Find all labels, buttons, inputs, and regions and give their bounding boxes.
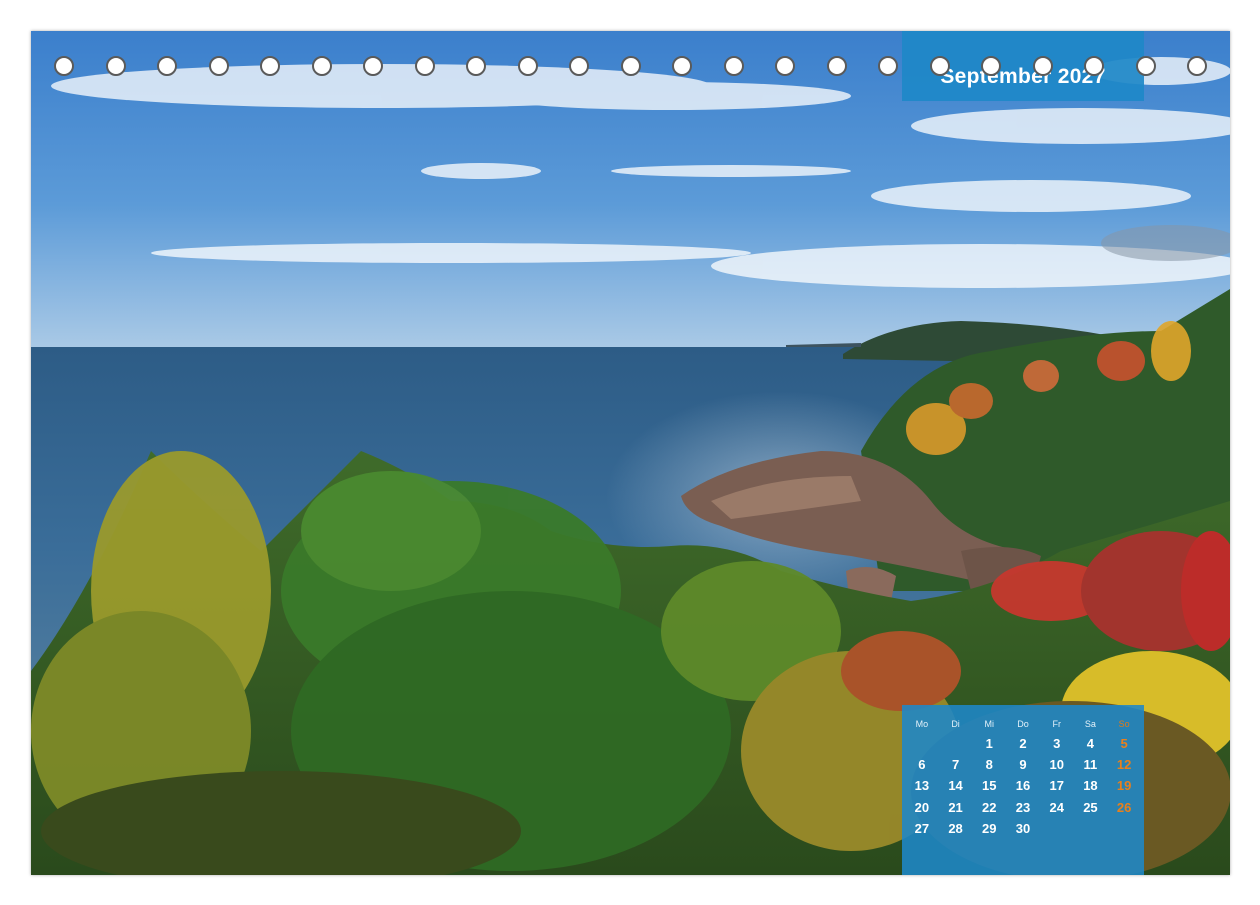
day-cell-sunday: [1107, 818, 1141, 839]
day-cell: 23: [1015, 799, 1031, 815]
weekday-label: Mo: [915, 719, 929, 729]
day-cell: 27: [914, 820, 930, 836]
weekday-label-sunday: So: [1118, 719, 1130, 729]
day-cell: 7: [951, 757, 960, 773]
day-cell: 10: [1049, 757, 1064, 773]
day-cell-sunday: 19: [1116, 778, 1132, 794]
weekday-label: Mi: [984, 719, 995, 729]
day-cell: 30: [1015, 820, 1031, 836]
day-cell: 24: [1049, 799, 1064, 815]
day-cell: 11: [1083, 757, 1098, 773]
day-cell: 17: [1049, 778, 1064, 794]
day-cell-sunday: 12: [1116, 757, 1132, 773]
weekday-label: Do: [1017, 719, 1029, 729]
weekday-label: Sa: [1084, 719, 1096, 729]
day-cell: 15: [982, 778, 997, 794]
weekday-label: Fr: [1052, 719, 1061, 729]
day-cell: 16: [1015, 778, 1031, 794]
day-cell: 22: [982, 799, 997, 815]
day-cell-sunday: 5: [1120, 736, 1128, 751]
day-cell-sunday: 26: [1116, 799, 1132, 815]
day-cell: 6: [918, 757, 926, 773]
day-cell: 25: [1083, 799, 1098, 815]
day-cell: 1: [985, 736, 993, 751]
day-cell: [1074, 818, 1108, 839]
day-cell: 9: [1019, 757, 1027, 773]
day-cell: 14: [948, 778, 963, 794]
day-cell: 2: [1019, 736, 1027, 751]
month-title: September 2027: [940, 65, 1106, 88]
weekday-label: Di: [951, 719, 960, 729]
day-cell: 21: [948, 799, 963, 815]
day-cell: 8: [985, 757, 993, 773]
day-cell: 13: [914, 778, 930, 794]
day-cell: 29: [982, 820, 997, 836]
day-cell: 28: [948, 820, 963, 836]
day-cell: [1040, 818, 1074, 839]
day-cell: 4: [1086, 736, 1095, 751]
day-cell: [939, 733, 973, 754]
day-cell: 18: [1083, 778, 1098, 794]
day-cell: [905, 733, 939, 754]
day-cell: 20: [914, 799, 930, 815]
calendar-grid: Mo Di Mi Do Fr Sa So 1 2 3 4 5 6 7 8 9 1…: [905, 716, 1141, 839]
day-cell: 3: [1053, 736, 1061, 751]
